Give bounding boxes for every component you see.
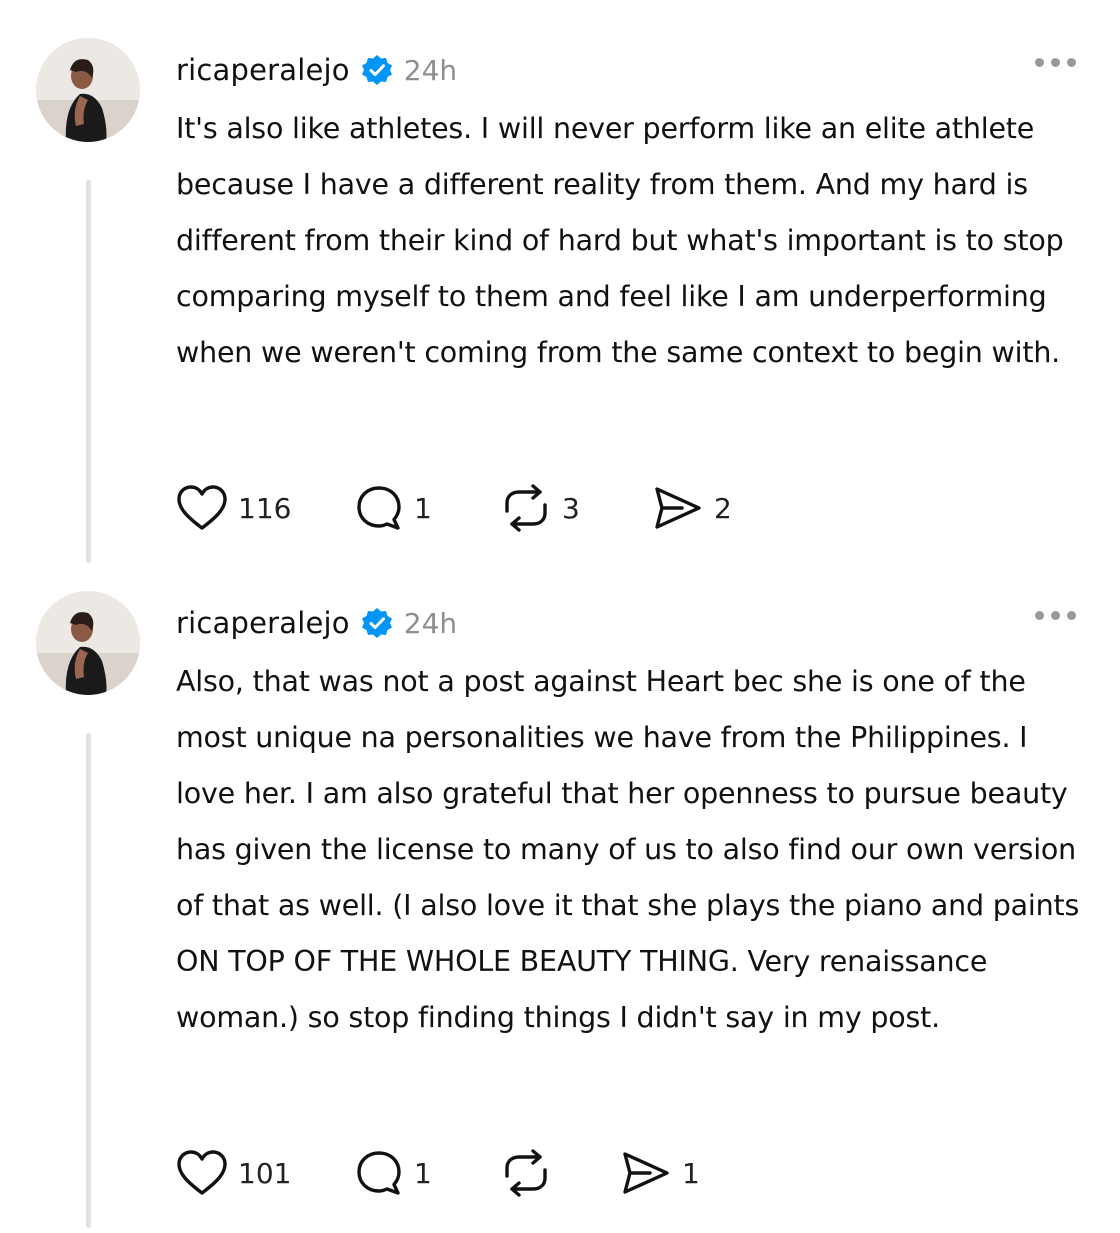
post: ricaperalejo 24h Also, that was not a po… (0, 591, 1120, 1233)
action-bar: 101 1 1 (176, 1143, 740, 1203)
comment-icon (354, 484, 404, 532)
heart-icon (176, 484, 228, 532)
heart-icon (176, 1149, 228, 1197)
share-icon (652, 484, 704, 532)
reply-button[interactable]: 1 (354, 484, 500, 532)
repost-icon (500, 1148, 552, 1198)
verified-badge-icon (360, 53, 394, 87)
repost-icon (500, 483, 552, 533)
post-header: ricaperalejo 24h (176, 46, 1080, 94)
like-count: 101 (238, 1156, 292, 1190)
share-count: 1 (682, 1156, 700, 1190)
share-count: 2 (714, 491, 732, 525)
share-button[interactable]: 2 (652, 484, 772, 532)
timestamp: 24h (403, 53, 458, 87)
username[interactable]: ricaperalejo (176, 53, 350, 87)
like-button[interactable]: 101 (176, 1149, 354, 1197)
verified-badge-icon (360, 606, 394, 640)
more-icon[interactable] (1035, 58, 1076, 67)
thread-line (86, 180, 91, 563)
comment-icon (354, 1149, 404, 1197)
avatar[interactable] (36, 591, 140, 695)
post-text: It's also like athletes. I will never pe… (176, 112, 1064, 369)
like-count: 116 (238, 491, 292, 525)
post-text: Also, that was not a post against Heart … (176, 665, 1080, 1034)
timestamp: 24h (403, 606, 458, 640)
action-bar: 116 1 3 2 (176, 478, 772, 538)
avatar[interactable] (36, 38, 140, 142)
username[interactable]: ricaperalejo (176, 606, 350, 640)
post-header: ricaperalejo 24h (176, 599, 1080, 647)
more-icon[interactable] (1035, 611, 1076, 620)
thread-line (86, 733, 91, 1228)
like-button[interactable]: 116 (176, 484, 354, 532)
reply-count: 1 (414, 491, 432, 525)
repost-button[interactable] (500, 1148, 620, 1198)
share-icon (620, 1149, 672, 1197)
share-button[interactable]: 1 (620, 1149, 740, 1197)
repost-count: 3 (562, 491, 580, 525)
reply-count: 1 (414, 1156, 432, 1190)
reply-button[interactable]: 1 (354, 1149, 500, 1197)
repost-button[interactable]: 3 (500, 483, 652, 533)
post: ricaperalejo 24h It's also like athletes… (0, 38, 1120, 568)
thread-feed: ricaperalejo 24h It's also like athletes… (0, 0, 1120, 1233)
